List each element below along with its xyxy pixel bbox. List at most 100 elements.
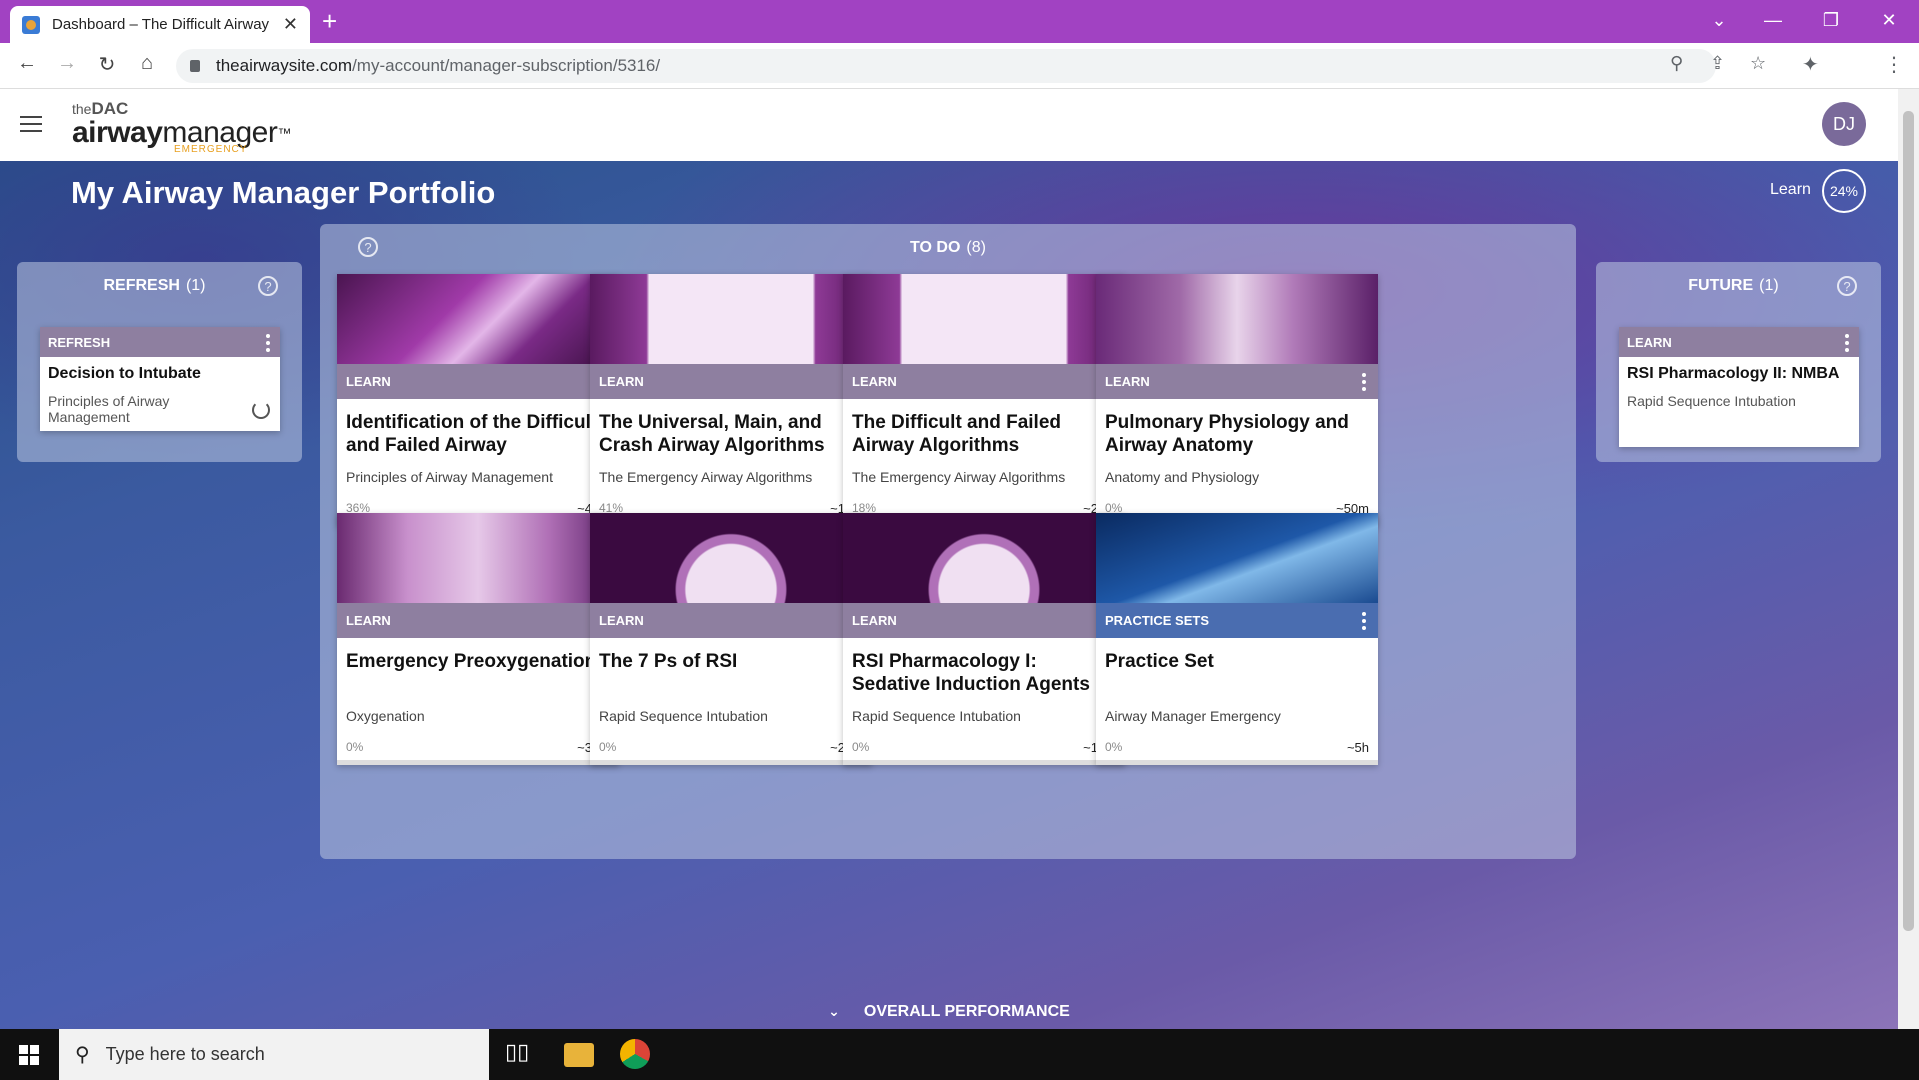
- card-subtitle: Principles of Airway Management: [346, 469, 553, 485]
- todo-panel: ? TO DO (8) LEARN Identification of the Di…: [320, 224, 1576, 859]
- zoom-icon[interactable]: ⚲: [1670, 53, 1683, 74]
- close-window-icon[interactable]: ✕: [1862, 0, 1916, 40]
- card-menu-icon[interactable]: [1362, 612, 1366, 633]
- home-icon[interactable]: ⌂: [132, 52, 162, 75]
- todo-card[interactable]: LEARN Identification of the Difficult and…: [337, 274, 619, 526]
- browser-toolbar: ← → ↻ ⌂ theairwaysite.com/my-account/man…: [0, 43, 1919, 89]
- future-card[interactable]: LEARN RSI Pharmacology II: NMBA Rapid Se…: [1619, 327, 1859, 447]
- card-subtitle: Rapid Sequence Intubation: [599, 708, 768, 724]
- url-host: theairwaysite.com: [216, 56, 353, 75]
- taskbar-search[interactable]: ⚲ Type here to search: [59, 1029, 489, 1080]
- card-title: Practice Set: [1105, 651, 1214, 672]
- card-subtitle: The Emergency Airway Algorithms: [852, 469, 1066, 485]
- reload-icon[interactable]: ↻: [92, 52, 122, 77]
- overall-performance-toggle[interactable]: ⌄ OVERALL PERFORMANCE: [0, 1003, 1898, 1021]
- card-progress-text: 0%: [1105, 740, 1123, 754]
- refresh-title: REFRESH: [103, 277, 180, 294]
- card-category: LEARN: [1105, 374, 1150, 389]
- card-category-bar: PRACTICE SETS: [1096, 603, 1378, 638]
- card-progress-bar: [590, 760, 872, 765]
- card-category: LEARN: [1627, 334, 1672, 350]
- card-category: LEARN: [852, 613, 897, 628]
- todo-card[interactable]: LEARN RSI Pharmacology I: Sedative Induct…: [843, 513, 1125, 765]
- windows-taskbar: ⚲ Type here to search ▯▯: [0, 1029, 1919, 1080]
- todo-card[interactable]: LEARN The 7 Ps of RSI Rapid Sequence Intub…: [590, 513, 872, 765]
- card-menu-icon[interactable]: [266, 334, 270, 355]
- refresh-count: (1): [185, 277, 206, 294]
- todo-count: (8): [966, 239, 986, 256]
- card-thumbnail: [843, 513, 1125, 603]
- card-category-bar: LEARN: [590, 364, 872, 399]
- close-tab-icon[interactable]: ✕: [283, 14, 298, 35]
- page-title: My Airway Manager Portfolio: [71, 175, 496, 210]
- new-tab-icon[interactable]: +: [322, 8, 337, 34]
- scrollbar-thumb[interactable]: [1903, 111, 1914, 931]
- card-thumbnail: [590, 274, 872, 364]
- address-bar[interactable]: theairwaysite.com/my-account/manager-sub…: [176, 49, 1716, 83]
- card-category-bar: LEARN: [337, 364, 619, 399]
- card-subtitle: Anatomy and Physiology: [1105, 469, 1260, 485]
- card-thumbnail: [337, 274, 619, 364]
- minimize-icon[interactable]: —: [1746, 0, 1800, 40]
- task-view-icon[interactable]: ▯▯: [505, 1039, 535, 1069]
- bookmark-star-icon[interactable]: ☆: [1750, 53, 1766, 74]
- todo-card[interactable]: LEARN Pulmonary Physiology and Airway Ana…: [1096, 274, 1378, 526]
- card-category-bar: REFRESH: [40, 327, 280, 357]
- card-category: LEARN: [852, 374, 897, 389]
- browser-tab-bar: Dashboard – The Difficult Airway ✕ + ⌄ —…: [0, 0, 1919, 43]
- future-help-icon[interactable]: ?: [1837, 276, 1857, 296]
- card-category-bar: LEARN: [1096, 364, 1378, 399]
- app-header: theDAC airwaymanager™ EMERGENCY DJ: [0, 89, 1898, 161]
- logo-airway: airway: [72, 116, 163, 149]
- card-title: RSI Pharmacology II: NMBA: [1627, 365, 1840, 382]
- site-favicon-icon: [22, 15, 40, 34]
- chrome-icon[interactable]: [620, 1039, 650, 1069]
- card-subtitle: Principles of Airway Management: [48, 393, 170, 425]
- card-title: The 7 Ps of RSI: [599, 651, 738, 672]
- airway-manager-logo[interactable]: theDAC airwaymanager™ EMERGENCY: [72, 99, 291, 155]
- todo-card[interactable]: LEARN Emergency Preoxygenation Oxygenation…: [337, 513, 619, 765]
- card-progress-bar: [843, 760, 1125, 765]
- card-progress-text: 0%: [599, 740, 617, 754]
- tab-search-chevron-icon[interactable]: ⌄: [1692, 0, 1746, 40]
- card-category-bar: LEARN: [337, 603, 619, 638]
- hamburger-menu-icon[interactable]: [20, 116, 42, 137]
- card-thumbnail: [337, 513, 619, 603]
- card-subtitle: Airway Manager Emergency: [1105, 708, 1281, 724]
- file-explorer-icon[interactable]: [564, 1043, 594, 1067]
- share-icon[interactable]: ⇪: [1710, 53, 1725, 74]
- refresh-help-icon[interactable]: ?: [258, 276, 278, 296]
- card-progress-text: 0%: [346, 740, 364, 754]
- learn-progress-ring[interactable]: 24%: [1822, 169, 1866, 213]
- avatar[interactable]: DJ: [1822, 102, 1866, 146]
- todo-card[interactable]: PRACTICE SETS Practice Set Airway Manager …: [1096, 513, 1378, 765]
- card-category: PRACTICE SETS: [1105, 613, 1210, 628]
- windows-start-icon[interactable]: [19, 1045, 39, 1065]
- todo-card[interactable]: LEARN The Difficult and Failed Airway Alg…: [843, 274, 1125, 526]
- card-title: The Universal, Main, and Crash Airway Al…: [599, 412, 825, 456]
- logo-the: the: [72, 101, 92, 117]
- todo-panel-header: TO DO (8): [320, 239, 1576, 257]
- browser-menu-icon[interactable]: ⋮: [1884, 52, 1904, 77]
- browser-tab[interactable]: Dashboard – The Difficult Airway ✕: [10, 6, 310, 43]
- refresh-panel: REFRESH (1) ? REFRESH Decision to Intubat…: [17, 262, 302, 462]
- card-menu-icon[interactable]: [1362, 373, 1366, 394]
- overall-performance-label: OVERALL PERFORMANCE: [863, 1003, 1070, 1020]
- todo-card[interactable]: LEARN The Universal, Main, and Crash Airw…: [590, 274, 872, 526]
- card-progress-bar: [1096, 760, 1378, 765]
- card-thumbnail: [1096, 274, 1378, 364]
- future-panel: FUTURE (1) ? LEARN RSI Pharmacology II: N…: [1596, 262, 1881, 462]
- restore-icon[interactable]: ❐: [1804, 0, 1858, 40]
- card-category-bar: LEARN: [1619, 327, 1859, 357]
- back-icon[interactable]: ←: [12, 52, 42, 75]
- card-subtitle: Rapid Sequence Intubation: [852, 708, 1021, 724]
- extensions-icon[interactable]: ✦: [1802, 52, 1819, 77]
- page-scrollbar[interactable]: [1898, 89, 1919, 1029]
- forward-icon[interactable]: →: [52, 52, 82, 75]
- url-path: /my-account/manager-subscription/5316/: [352, 56, 661, 75]
- refresh-icon[interactable]: [252, 401, 270, 419]
- refresh-card[interactable]: REFRESH Decision to Intubate Principles …: [40, 327, 280, 431]
- card-menu-icon[interactable]: [1845, 334, 1849, 355]
- card-subtitle: The Emergency Airway Algorithms: [599, 469, 813, 485]
- card-category: LEARN: [346, 613, 391, 628]
